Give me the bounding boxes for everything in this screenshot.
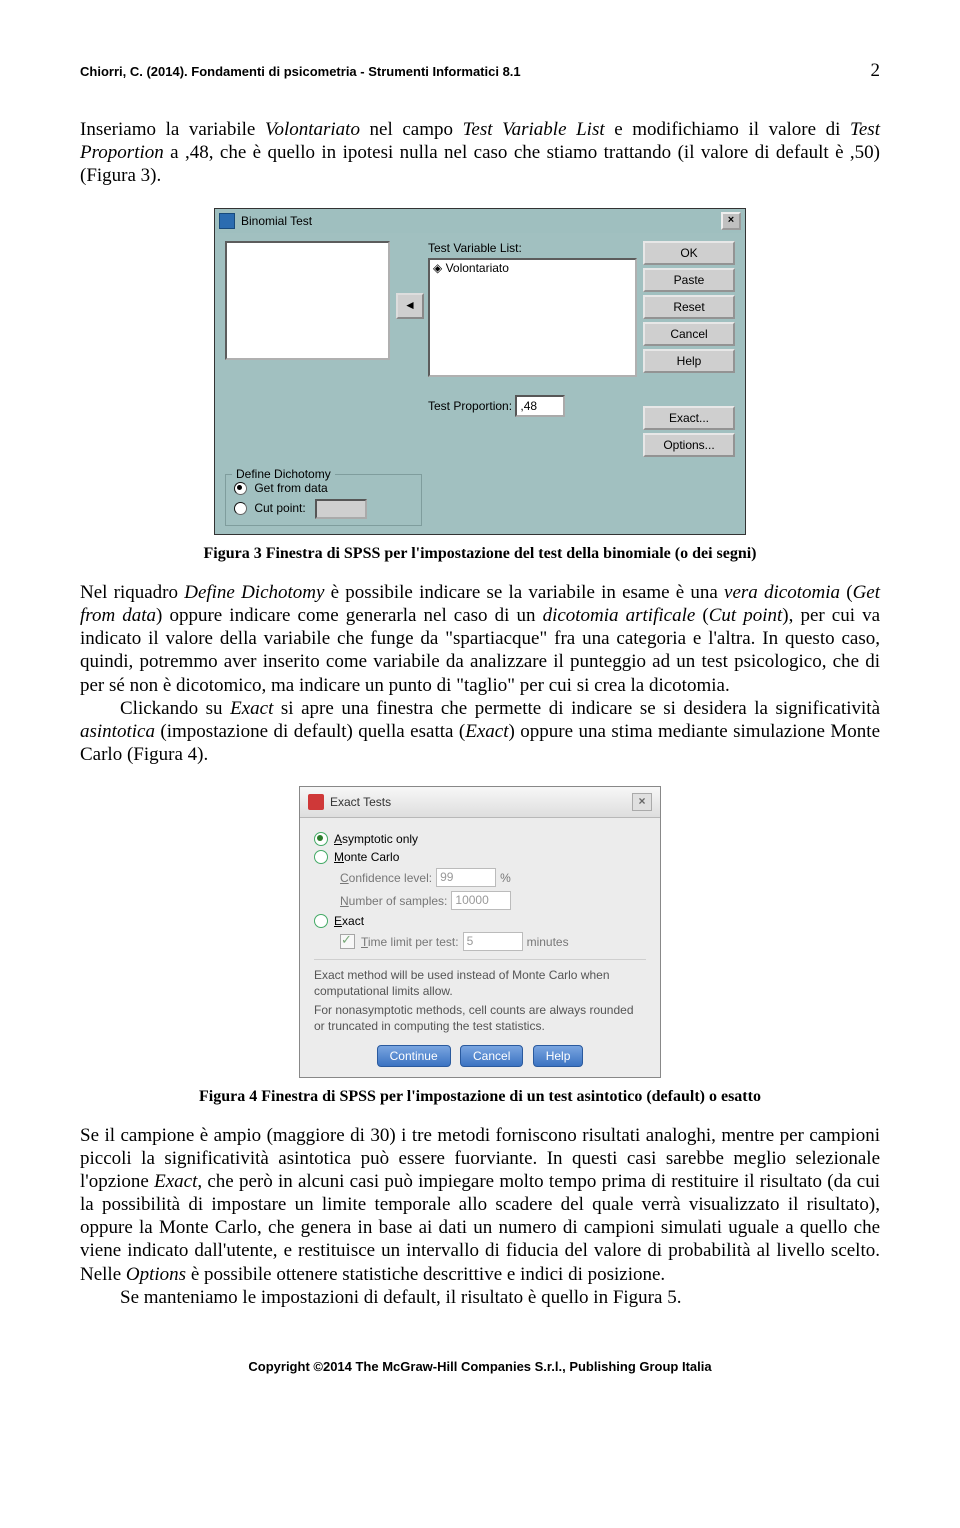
- divider: [314, 959, 646, 960]
- time-limit-row: Time limit per test: 5 minutes: [340, 932, 646, 951]
- paragraph-4: Se il campione è ampio (maggiore di 30) …: [80, 1124, 880, 1286]
- app-icon: [219, 213, 235, 229]
- radio-label: Cut point:: [254, 501, 305, 515]
- var-icon: ◈: [433, 261, 446, 275]
- radio-label: Asymptotic only: [334, 832, 418, 846]
- confidence-label: Confidence level:: [340, 871, 432, 885]
- running-header: Chiorri, C. (2014). Fondamenti di psicom…: [80, 60, 880, 82]
- app-icon: [308, 794, 324, 810]
- exact-button[interactable]: Exact...: [643, 406, 735, 430]
- radio-exact[interactable]: Exact: [314, 914, 646, 928]
- exact-titlebar: Exact Tests ×: [300, 787, 660, 818]
- paragraph-3: Clickando su Exact si apre una finestra …: [80, 697, 880, 767]
- help-button[interactable]: Help: [643, 349, 735, 373]
- close-icon[interactable]: ×: [721, 212, 741, 230]
- radio-monte-carlo[interactable]: Monte Carlo: [314, 850, 646, 864]
- radio-label: Monte Carlo: [334, 850, 399, 864]
- reset-button[interactable]: Reset: [643, 295, 735, 319]
- percent-label: %: [500, 871, 511, 885]
- radio-cut-point[interactable]: Cut point:: [234, 499, 413, 519]
- figure-3-caption: Figura 3 Finestra di SPSS per l'impostaz…: [80, 545, 880, 563]
- radio-icon: [234, 502, 247, 515]
- radio-asymptotic[interactable]: Asymptotic only: [314, 832, 646, 846]
- figure-3: Binomial Test × ◄ Test Variable List: ◈ …: [80, 208, 880, 535]
- dialog-title: Exact Tests: [330, 795, 632, 809]
- binomial-dialog: Binomial Test × ◄ Test Variable List: ◈ …: [214, 208, 746, 535]
- figure-4-caption: Figura 4 Finestra di SPSS per l'impostaz…: [80, 1088, 880, 1106]
- paste-button[interactable]: Paste: [643, 268, 735, 292]
- move-left-button[interactable]: ◄: [396, 293, 424, 319]
- samples-input[interactable]: 10000: [451, 891, 511, 910]
- paragraph-5: Se manteniamo le impostazioni di default…: [80, 1286, 880, 1309]
- radio-label: Exact: [334, 914, 364, 928]
- page-number: 2: [871, 60, 881, 82]
- button-column: OK Paste Reset Cancel Help Exact... Opti…: [643, 241, 735, 460]
- test-proportion-input[interactable]: ,48: [515, 395, 565, 417]
- time-unit: minutes: [527, 935, 569, 949]
- time-input[interactable]: 5: [463, 932, 523, 951]
- test-variable-list[interactable]: ◈ Volontariato: [428, 258, 637, 377]
- ok-button[interactable]: OK: [643, 241, 735, 265]
- header-left: Chiorri, C. (2014). Fondamenti di psicom…: [80, 64, 521, 79]
- list-item[interactable]: ◈ Volontariato: [430, 260, 635, 276]
- test-proportion-label: Test Proportion:: [428, 399, 512, 413]
- tvl-label: Test Variable List:: [428, 241, 637, 255]
- cancel-button[interactable]: Cancel: [460, 1045, 523, 1067]
- options-button[interactable]: Options...: [643, 433, 735, 457]
- paragraph-1: Inseriamo la variabile Volontariato nel …: [80, 118, 880, 188]
- radio-icon: [234, 482, 247, 495]
- var-name: Volontariato: [446, 261, 509, 275]
- samples-row: Number of samples: 10000: [340, 891, 646, 910]
- paragraph-2: Nel riquadro Define Dichotomy è possibil…: [80, 581, 880, 697]
- radio-label: Get from data: [254, 481, 327, 495]
- cut-point-input[interactable]: [315, 499, 367, 519]
- dialog-title: Binomial Test: [241, 214, 721, 228]
- figure-4: Exact Tests × Asymptotic only Monte Carl…: [80, 786, 880, 1077]
- confidence-input[interactable]: 99: [436, 868, 496, 887]
- define-dichotomy-group: Define Dichotomy Get from data Cut point…: [225, 474, 422, 526]
- radio-icon: [314, 832, 328, 846]
- confidence-row: Confidence level: 99 %: [340, 868, 646, 887]
- time-label: Time limit per test:: [361, 935, 459, 949]
- samples-label: Number of samples:: [340, 894, 447, 908]
- radio-icon: [314, 850, 328, 864]
- source-list[interactable]: [225, 241, 390, 360]
- dichotomy-legend: Define Dichotomy: [232, 467, 335, 481]
- exact-tests-dialog: Exact Tests × Asymptotic only Monte Carl…: [299, 786, 661, 1077]
- footer: Copyright ©2014 The McGraw-Hill Companie…: [80, 1359, 880, 1374]
- cancel-button[interactable]: Cancel: [643, 322, 735, 346]
- checkbox-icon[interactable]: [340, 934, 355, 949]
- test-variable-area: Test Variable List: ◈ Volontariato Test …: [428, 241, 637, 417]
- binomial-titlebar: Binomial Test ×: [215, 209, 745, 233]
- continue-button[interactable]: Continue: [377, 1045, 451, 1067]
- radio-get-from-data[interactable]: Get from data: [234, 481, 413, 495]
- note-1: Exact method will be used instead of Mon…: [314, 968, 646, 999]
- note-2: For nonasymptotic methods, cell counts a…: [314, 1003, 646, 1034]
- close-icon[interactable]: ×: [632, 793, 652, 811]
- help-button[interactable]: Help: [533, 1045, 584, 1067]
- radio-icon: [314, 914, 328, 928]
